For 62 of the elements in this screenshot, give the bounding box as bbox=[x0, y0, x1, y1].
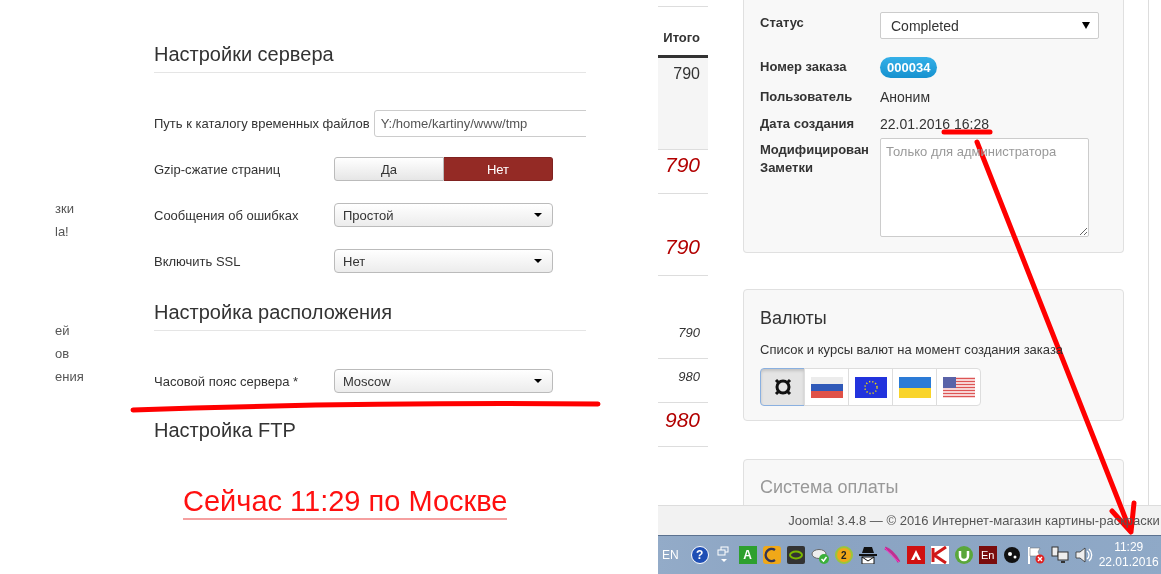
currency-button[interactable] bbox=[804, 368, 849, 406]
section-heading: Настройка расположения bbox=[154, 298, 586, 331]
panel-title: Валюты bbox=[760, 307, 828, 330]
caret-icon bbox=[534, 379, 542, 383]
table-cell: 790 bbox=[678, 325, 700, 340]
flag-icon bbox=[854, 376, 887, 398]
sidebar-item[interactable]: ения bbox=[55, 365, 110, 388]
flag-icon bbox=[810, 376, 843, 398]
spy-hat-icon[interactable] bbox=[858, 547, 877, 564]
caret-icon bbox=[1082, 22, 1090, 29]
eye-app-icon[interactable] bbox=[786, 546, 805, 564]
help-icon[interactable]: ? bbox=[690, 546, 709, 564]
speaker-icon[interactable] bbox=[1075, 547, 1093, 563]
field-label: Статус bbox=[760, 14, 805, 32]
sidebar-item[interactable]: ов bbox=[55, 342, 110, 365]
field-label: Сообщения об ошибках bbox=[154, 207, 300, 223]
toggle-option[interactable]: Нет bbox=[444, 157, 553, 181]
section-heading: Настройки сервера bbox=[154, 40, 586, 73]
flag-icon bbox=[898, 376, 931, 398]
app-icon[interactable]: En bbox=[978, 546, 997, 564]
field-value: Аноним bbox=[880, 88, 931, 105]
field-value: 22.01.2016 16:28 bbox=[880, 115, 989, 132]
annotation-caption: Сейчас 11:29 по Москве bbox=[183, 484, 508, 520]
caret-icon bbox=[534, 259, 542, 263]
caret-icon bbox=[534, 213, 542, 217]
app-icon[interactable] bbox=[906, 546, 925, 564]
currency-button[interactable] bbox=[760, 368, 805, 406]
annotation-underline bbox=[941, 129, 993, 135]
field-label: Заметки bbox=[760, 159, 814, 177]
flag-icon[interactable] bbox=[1027, 546, 1045, 564]
table-cell: 790 bbox=[664, 153, 700, 177]
order-number-badge: 000034 bbox=[880, 56, 938, 78]
toggle-option[interactable]: Да bbox=[334, 157, 444, 181]
field-label: Дата создания bbox=[760, 114, 856, 133]
sidebar-item[interactable]: ей bbox=[55, 319, 110, 342]
field-label: Пользователь bbox=[760, 87, 854, 106]
table-cell: 790 bbox=[673, 65, 700, 83]
panel-title: Система оплаты bbox=[760, 476, 900, 499]
field-label: Путь к каталогу временных файлов bbox=[154, 115, 370, 131]
field-label: Часовой пояс сервера * bbox=[154, 373, 300, 389]
flag-icon bbox=[942, 376, 975, 398]
table-cell: 980 bbox=[664, 408, 700, 432]
select-field[interactable]: Простой bbox=[334, 203, 553, 227]
cloud-check-icon[interactable] bbox=[811, 549, 829, 564]
table-cell: 980 bbox=[678, 369, 700, 384]
network-icon[interactable] bbox=[1051, 546, 1069, 563]
sidebar-item[interactable]: зки bbox=[55, 197, 110, 220]
status-select[interactable]: Completed bbox=[880, 12, 1099, 39]
field-label: Включить SSL bbox=[154, 253, 242, 269]
field-label: Модифицирован bbox=[760, 141, 870, 159]
text-field[interactable]: Y:/home/kartiny/www/tmp bbox=[373, 109, 586, 137]
currency-sign-icon bbox=[774, 378, 791, 396]
field-label: Gzip-сжатие страниц bbox=[154, 161, 282, 177]
section-heading: Настройка FTP bbox=[154, 416, 586, 446]
currency-button[interactable] bbox=[848, 368, 893, 406]
field-label: Номер заказа bbox=[760, 58, 848, 76]
table-cell: 790 bbox=[664, 235, 700, 259]
badge-icon[interactable]: 2 bbox=[834, 546, 853, 564]
select-field[interactable]: Moscow bbox=[334, 369, 553, 393]
select-field[interactable]: Нет bbox=[334, 249, 553, 273]
crescent-app-icon[interactable] bbox=[762, 546, 781, 564]
sidebar-item[interactable]: la! bbox=[55, 220, 110, 243]
